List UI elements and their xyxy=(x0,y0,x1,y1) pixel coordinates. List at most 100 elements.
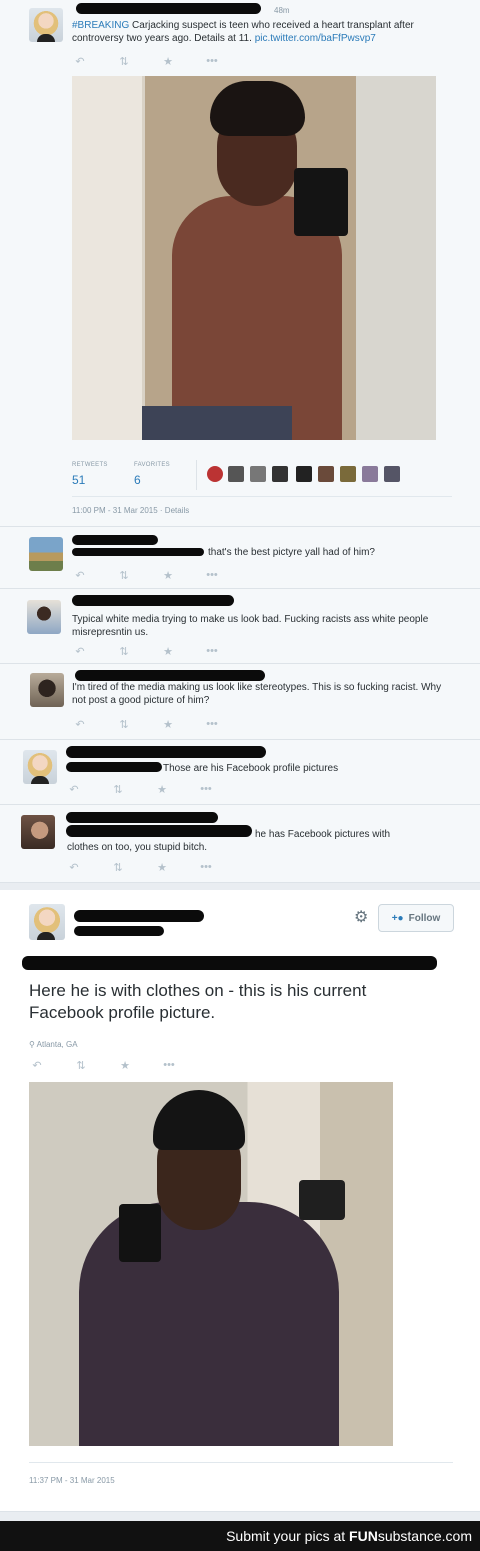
photo-hoodie xyxy=(79,1202,339,1446)
reply-icon[interactable]: ↶ xyxy=(72,569,88,582)
photo-phone xyxy=(119,1204,161,1262)
retweets-count[interactable]: 51 xyxy=(72,473,85,487)
author-avatar[interactable] xyxy=(29,8,63,42)
more-icon[interactable]: ••• xyxy=(204,569,220,582)
favoriter-avatar[interactable] xyxy=(296,466,312,482)
favorite-icon[interactable]: ★ xyxy=(117,1059,133,1072)
follow-label: Follow xyxy=(408,912,441,924)
timestamp-divider xyxy=(29,1462,453,1463)
retweet-icon[interactable]: ⇅ xyxy=(73,1059,89,1072)
reply-text: Typical white media trying to make us lo… xyxy=(72,614,429,638)
redacted-author-name xyxy=(66,746,266,758)
reply-actions: ↶ ⇅ ★ ••• xyxy=(66,783,214,796)
hashtag-link[interactable]: #BREAKING xyxy=(72,20,129,31)
favorite-icon[interactable]: ★ xyxy=(160,645,176,658)
reply-card: Typical white media trying to make us lo… xyxy=(0,589,480,664)
redacted-mention xyxy=(22,956,437,970)
reply-icon[interactable]: ↶ xyxy=(72,55,88,68)
favoriter-avatar[interactable] xyxy=(250,466,266,482)
favoriter-avatar[interactable] xyxy=(207,466,223,482)
suspect-photo[interactable] xyxy=(72,76,436,440)
redacted-handle xyxy=(66,762,162,772)
watermark-brand-tld: .com xyxy=(441,1528,472,1544)
favorite-icon[interactable]: ★ xyxy=(160,55,176,68)
retweet-icon[interactable]: ⇅ xyxy=(116,569,132,582)
tweet-timestamp[interactable]: 11:37 PM - 31 Mar 2015 xyxy=(29,1476,115,1485)
reply-actions: ↶ ⇅ ★ ••• xyxy=(72,718,220,731)
more-icon[interactable]: ••• xyxy=(204,718,220,731)
reply-avatar[interactable] xyxy=(23,750,57,784)
favorite-icon[interactable]: ★ xyxy=(154,861,170,874)
reply-card: he has Facebook pictures with clothes on… xyxy=(0,805,480,883)
photo-shorts xyxy=(142,406,292,440)
location-pin-icon: ⚲ xyxy=(29,1040,35,1049)
reply-card: Those are his Facebook profile pictures … xyxy=(0,740,480,805)
reply-avatar[interactable] xyxy=(30,673,64,707)
watermark-bar: Submit your pics at FUNsubstance.com xyxy=(0,1521,480,1551)
add-user-icon: +● xyxy=(391,912,404,924)
redacted-author-name xyxy=(66,812,218,823)
favorite-icon[interactable]: ★ xyxy=(154,783,170,796)
favoriter-avatar[interactable] xyxy=(272,466,288,482)
photo-beanie xyxy=(153,1090,245,1150)
retweet-icon[interactable]: ⇅ xyxy=(110,861,126,874)
favoriter-avatar[interactable] xyxy=(228,466,244,482)
details-link[interactable]: Details xyxy=(165,506,189,515)
redacted-author-name xyxy=(72,595,234,606)
favoriter-avatar[interactable] xyxy=(318,466,334,482)
redacted-handle xyxy=(66,825,252,837)
reply-icon[interactable]: ↶ xyxy=(66,783,82,796)
reply-icon[interactable]: ↶ xyxy=(66,861,82,874)
redacted-author-name xyxy=(75,670,265,681)
reply-text: I'm tired of the media making us look li… xyxy=(72,682,442,706)
watermark-brand-substance: substance xyxy=(377,1528,442,1544)
reply-avatar[interactable] xyxy=(21,815,55,849)
follow-button[interactable]: +● Follow xyxy=(378,904,454,932)
tweet-location[interactable]: ⚲ Atlanta, GA xyxy=(29,1040,78,1049)
retweet-icon[interactable]: ⇅ xyxy=(116,718,132,731)
tweet-age: 48m xyxy=(274,6,290,15)
more-icon[interactable]: ••• xyxy=(204,55,220,68)
clothed-photo[interactable] xyxy=(29,1082,393,1446)
reply-avatar[interactable] xyxy=(29,537,63,571)
more-icon[interactable]: ••• xyxy=(161,1059,177,1072)
author-avatar[interactable] xyxy=(29,904,65,940)
location-text: Atlanta, GA xyxy=(36,1040,78,1049)
favoriter-avatar[interactable] xyxy=(384,466,400,482)
redacted-author-name xyxy=(76,3,261,14)
reply-actions: ↶ ⇅ ★ ••• xyxy=(66,861,214,874)
reply-card: I'm tired of the media making us look li… xyxy=(0,664,480,740)
reply-icon[interactable]: ↶ xyxy=(72,718,88,731)
reply-text: that's the best pictyre yall had of him? xyxy=(208,547,375,558)
reply-icon[interactable]: ↶ xyxy=(72,645,88,658)
reply-actions: ↶ ⇅ ★ ••• xyxy=(72,569,220,582)
more-icon[interactable]: ••• xyxy=(198,861,214,874)
retweets-label: RETWEETS xyxy=(72,462,108,468)
timestamp-text[interactable]: 11:00 PM - 31 Mar 2015 xyxy=(72,506,158,515)
reply-text-line-1: he has Facebook pictures with xyxy=(255,829,391,840)
retweet-icon[interactable]: ⇅ xyxy=(110,783,126,796)
watermark-caption: Submit your pics at xyxy=(226,1528,346,1544)
gear-icon[interactable]: ⚙ xyxy=(354,907,368,927)
favoriter-avatar[interactable] xyxy=(362,466,378,482)
reply-card: that's the best pictyre yall had of him?… xyxy=(0,527,480,589)
retweet-icon[interactable]: ⇅ xyxy=(116,645,132,658)
breaking-tweet-card: 48m #BREAKING Carjacking suspect is teen… xyxy=(0,0,480,527)
reply-icon[interactable]: ↶ xyxy=(29,1059,45,1072)
redacted-handle xyxy=(74,926,164,936)
tweet-text: #BREAKING Carjacking suspect is teen who… xyxy=(72,19,452,45)
expanded-tweet-card: ⚙ +● Follow Here he is with clothes on -… xyxy=(0,890,480,1512)
more-icon[interactable]: ••• xyxy=(204,645,220,658)
pic-link[interactable]: pic.twitter.com/baFfPwsvp7 xyxy=(255,33,376,44)
reply-avatar[interactable] xyxy=(27,600,61,634)
favorites-count[interactable]: 6 xyxy=(134,473,141,487)
favorite-icon[interactable]: ★ xyxy=(160,569,176,582)
redacted-author-name xyxy=(72,535,158,545)
redacted-author-name xyxy=(74,910,204,922)
watermark-brand-fun: FUN xyxy=(349,1528,378,1544)
favoriter-avatar[interactable] xyxy=(340,466,356,482)
reply-text-line-2: clothes on too, you stupid bitch. xyxy=(67,842,208,853)
retweet-icon[interactable]: ⇅ xyxy=(116,55,132,68)
more-icon[interactable]: ••• xyxy=(198,783,214,796)
favorite-icon[interactable]: ★ xyxy=(160,718,176,731)
